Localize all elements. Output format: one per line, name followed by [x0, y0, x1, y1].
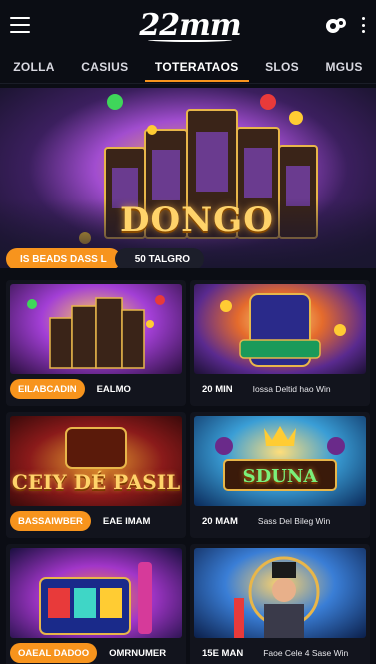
hero-secondary-pill[interactable]: 50 TALGRO — [114, 248, 205, 268]
game-card[interactable]: SDUNA 20 MAM Sass Del Bileg Win — [190, 412, 370, 538]
game-thumbnail: CEIY DÉ PASIL — [10, 416, 182, 506]
card-label: EAE IMAM — [102, 515, 151, 527]
card-meta: Iossa Deltid hao Win — [252, 384, 331, 394]
presenter-illustration — [234, 556, 320, 638]
game-card[interactable]: CEIY DÉ PASIL BASSAIWBER EAE IMAM — [6, 412, 186, 538]
game-card[interactable]: EILABCADIN EALMO — [6, 280, 186, 406]
card-duration: 15E MAN — [202, 647, 244, 659]
card-tag[interactable]: OAEAL DADOO — [10, 643, 98, 663]
card-footer: 20 MAM Sass Del Bileg Win — [194, 510, 366, 532]
card-footer: 15E MAN Faoe Cele 4 Sase Win — [194, 642, 366, 664]
hamburger-menu-icon[interactable] — [10, 17, 30, 33]
card-footer: 20 MIN Iossa Deltid hao Win — [194, 378, 366, 400]
tab-casius[interactable]: CASIUS — [75, 52, 134, 82]
game-thumbnail: SDUNA — [194, 416, 366, 506]
category-tabs: ZOLLA CASIUS TOTERATAOS SLOS MGUS — [0, 50, 376, 84]
kebab-menu-icon[interactable] — [362, 17, 366, 33]
card-meta: Sass Del Bileg Win — [257, 516, 331, 526]
game-card[interactable]: OAEAL DADOO OMRNUMER — [6, 544, 186, 664]
hero-banner[interactable]: DONGO IS BEADS DASS L 50 TALGRO — [0, 88, 376, 268]
logo[interactable]: 22mm — [139, 6, 241, 44]
hero-title: DONGO — [120, 200, 274, 240]
game-card[interactable]: 20 MIN Iossa Deltid hao Win — [190, 280, 370, 406]
crown-slot-illustration — [215, 426, 345, 491]
header-actions — [324, 15, 366, 35]
tab-slos[interactable]: SLOS — [259, 52, 305, 82]
slot-towers-illustration — [27, 295, 165, 369]
card-tag[interactable]: EILABCADIN — [10, 379, 85, 399]
card-label: EALMO — [96, 383, 131, 395]
card-duration: 20 MIN — [202, 383, 233, 395]
thumbnail-title: SDUNA — [242, 466, 318, 487]
hero-primary-pill[interactable]: IS BEADS DASS L — [6, 248, 121, 268]
game-thumbnail — [194, 284, 366, 374]
card-footer: BASSAIWBER EAE IMAM — [10, 510, 182, 532]
game-grid: EILABCADIN EALMO 20 MIN Iossa Deltid hao… — [6, 280, 370, 664]
game-thumbnail — [10, 284, 182, 374]
card-tag[interactable]: BASSAIWBER — [10, 511, 91, 531]
tab-zolla[interactable]: ZOLLA — [7, 52, 61, 82]
tab-mgus[interactable]: MGUS — [320, 52, 369, 82]
arcade-slot-illustration — [39, 562, 152, 635]
game-thumbnail — [10, 548, 182, 638]
top-bar: 22mm — [0, 0, 376, 50]
card-duration: 20 MAM — [202, 515, 238, 527]
card-footer: OAEAL DADOO OMRNUMER — [10, 642, 182, 664]
jackpot-machine-illustration — [220, 293, 346, 367]
tab-toteratoas[interactable]: TOTERATAOS — [144, 52, 249, 82]
card-footer: EILABCADIN EALMO — [10, 378, 182, 400]
card-meta: Faoe Cele 4 Sase Win — [263, 648, 349, 658]
card-label: OMRNUMER — [109, 647, 167, 659]
thumbnail-title: CEIY DÉ PASIL — [11, 470, 181, 494]
gold-machine-icon — [65, 427, 127, 469]
casino-chip-icon[interactable] — [324, 15, 348, 35]
game-card[interactable]: 15E MAN Faoe Cele 4 Sase Win — [190, 544, 370, 664]
game-thumbnail — [194, 548, 366, 638]
hero-pills: IS BEADS DASS L 50 TALGRO — [6, 248, 205, 268]
